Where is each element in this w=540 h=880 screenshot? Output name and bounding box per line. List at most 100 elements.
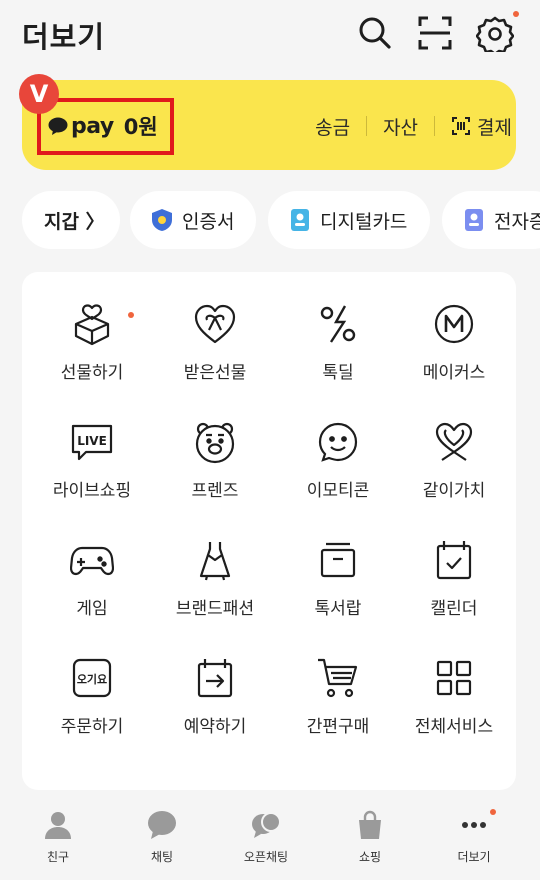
calendar-icon: [436, 541, 472, 580]
service-live-shopping[interactable]: LIVE 라이브쇼핑: [30, 402, 154, 520]
open-chat-icon: [252, 812, 281, 838]
service-together-value[interactable]: 같이가치: [392, 402, 516, 520]
send-money-button[interactable]: 송금: [315, 113, 350, 140]
settings-badge: [513, 11, 519, 17]
service-label: 주문하기: [60, 717, 124, 737]
tab-label: 더보기: [457, 850, 491, 864]
digital-card-chip[interactable]: 디지털카드: [268, 191, 430, 249]
percent-icon: [320, 305, 356, 343]
header: 더보기: [0, 0, 540, 70]
live-icon: LIVE: [71, 424, 113, 461]
grid-icon: [436, 660, 472, 696]
digital-card-label: 디지털카드: [320, 210, 408, 233]
service-label: 같이가치: [422, 481, 486, 501]
page-title: 더보기: [22, 20, 106, 54]
service-label: 캘린더: [430, 599, 478, 619]
heart-ribbon-icon: [435, 422, 473, 461]
service-label: 톡서랍: [314, 599, 362, 619]
tab-label: 오픈채팅: [243, 850, 289, 864]
tab-label: 채팅: [150, 850, 174, 864]
divider: [366, 116, 368, 136]
cart-icon: [318, 658, 358, 698]
received-gift-icon: [194, 304, 236, 344]
service-emoticon[interactable]: 이모티콘: [276, 402, 400, 520]
service-label: 프렌즈: [191, 481, 239, 501]
settings-icon[interactable]: [475, 14, 515, 56]
order-icon: 오기요: [72, 658, 112, 698]
service-label: 전체서비스: [414, 717, 494, 737]
svg-text:오기요: 오기요: [77, 672, 107, 686]
makers-icon: [434, 304, 474, 344]
service-reserve[interactable]: 예약하기: [153, 638, 277, 756]
search-icon[interactable]: [356, 14, 394, 52]
tab-label: 쇼핑: [358, 850, 382, 864]
tab-shopping[interactable]: 쇼핑: [318, 810, 422, 874]
talk-bubble-icon: [48, 117, 68, 135]
drawer-icon: [320, 542, 356, 578]
service-received-gift[interactable]: 받은선물: [153, 284, 277, 402]
dress-icon: [199, 542, 231, 581]
pay-actions: 송금 자산 결제: [315, 106, 512, 146]
certificate-label: 인증서: [182, 210, 235, 233]
tab-chats[interactable]: 채팅: [110, 810, 214, 874]
assets-button[interactable]: 자산: [383, 113, 418, 140]
service-label: 라이브쇼핑: [52, 481, 132, 501]
service-label: 받은선물: [183, 363, 247, 383]
service-label: 게임: [76, 599, 108, 619]
service-brand-fashion[interactable]: 브랜드패션: [153, 520, 277, 638]
service-calendar[interactable]: 캘린더: [392, 520, 516, 638]
reserve-icon: [197, 659, 233, 698]
service-label: 톡딜: [322, 363, 354, 383]
v-badge: V: [19, 74, 59, 114]
wallet-label: 지갑 〉: [44, 210, 105, 233]
service-talk-drawer[interactable]: 톡서랍: [276, 520, 400, 638]
service-label: 간편구매: [306, 717, 370, 737]
service-label: 메이커스: [422, 363, 486, 383]
service-makers[interactable]: 메이커스: [392, 284, 516, 402]
service-label: 이모티콘: [306, 481, 370, 501]
tab-more[interactable]: 더보기: [422, 809, 526, 874]
e-doc-label: 전자증: [494, 210, 540, 233]
shield-icon: [152, 209, 172, 231]
service-talkdeal[interactable]: 톡딜: [276, 284, 400, 402]
shopping-bag-icon: [359, 810, 381, 839]
tab-label: 친구: [46, 850, 70, 864]
more-icon: [462, 822, 486, 828]
divider: [434, 116, 436, 136]
pay-balance[interactable]: pay 0원: [48, 108, 158, 144]
svg-text:LIVE: LIVE: [77, 434, 107, 448]
e-doc-chip[interactable]: 전자증: [442, 191, 540, 249]
pay-balance-amount: 0원: [123, 115, 158, 139]
doc-icon: [465, 209, 483, 231]
id-card-icon: [291, 209, 309, 231]
scan-icon[interactable]: [416, 14, 454, 52]
service-gift[interactable]: 선물하기: [30, 284, 154, 402]
service-label: 선물하기: [60, 363, 124, 383]
more-badge: [490, 809, 496, 815]
service-label: 브랜드패션: [175, 599, 255, 619]
gamepad-icon: [70, 546, 114, 576]
service-friends[interactable]: 프렌즈: [153, 402, 277, 520]
service-label: 예약하기: [183, 717, 247, 737]
service-game[interactable]: 게임: [30, 520, 154, 638]
pay-brand: pay: [71, 113, 114, 139]
certificate-chip[interactable]: 인증서: [130, 191, 256, 249]
service-order[interactable]: 오기요 주문하기: [30, 638, 154, 756]
emoticon-icon: [318, 422, 358, 462]
tab-open-chat[interactable]: 오픈채팅: [214, 810, 318, 874]
service-easy-buy[interactable]: 간편구매: [276, 638, 400, 756]
gift-box-icon: [74, 304, 110, 346]
tab-friends[interactable]: 친구: [6, 810, 110, 874]
service-all-services[interactable]: 전체서비스: [392, 638, 516, 756]
services-grid: 선물하기 받은선물 톡딜 메이커스 LIVE 라이브쇼핑 프렌즈 이모티콘 같이…: [22, 272, 516, 790]
new-badge: [128, 312, 134, 318]
payment-button[interactable]: 결제: [451, 113, 512, 140]
payment-label: 결제: [477, 116, 512, 139]
bottom-tab-bar: 친구 채팅 오픈채팅 쇼핑 더보기: [0, 800, 540, 880]
chat-icon: [148, 811, 176, 839]
bear-icon: [195, 422, 235, 464]
scan-pay-icon: [452, 117, 471, 135]
wallet-chip[interactable]: 지갑 〉: [22, 191, 120, 249]
person-icon: [45, 812, 71, 839]
quick-chips: 지갑 〉 인증서 디지털카드 전자증: [22, 191, 540, 249]
